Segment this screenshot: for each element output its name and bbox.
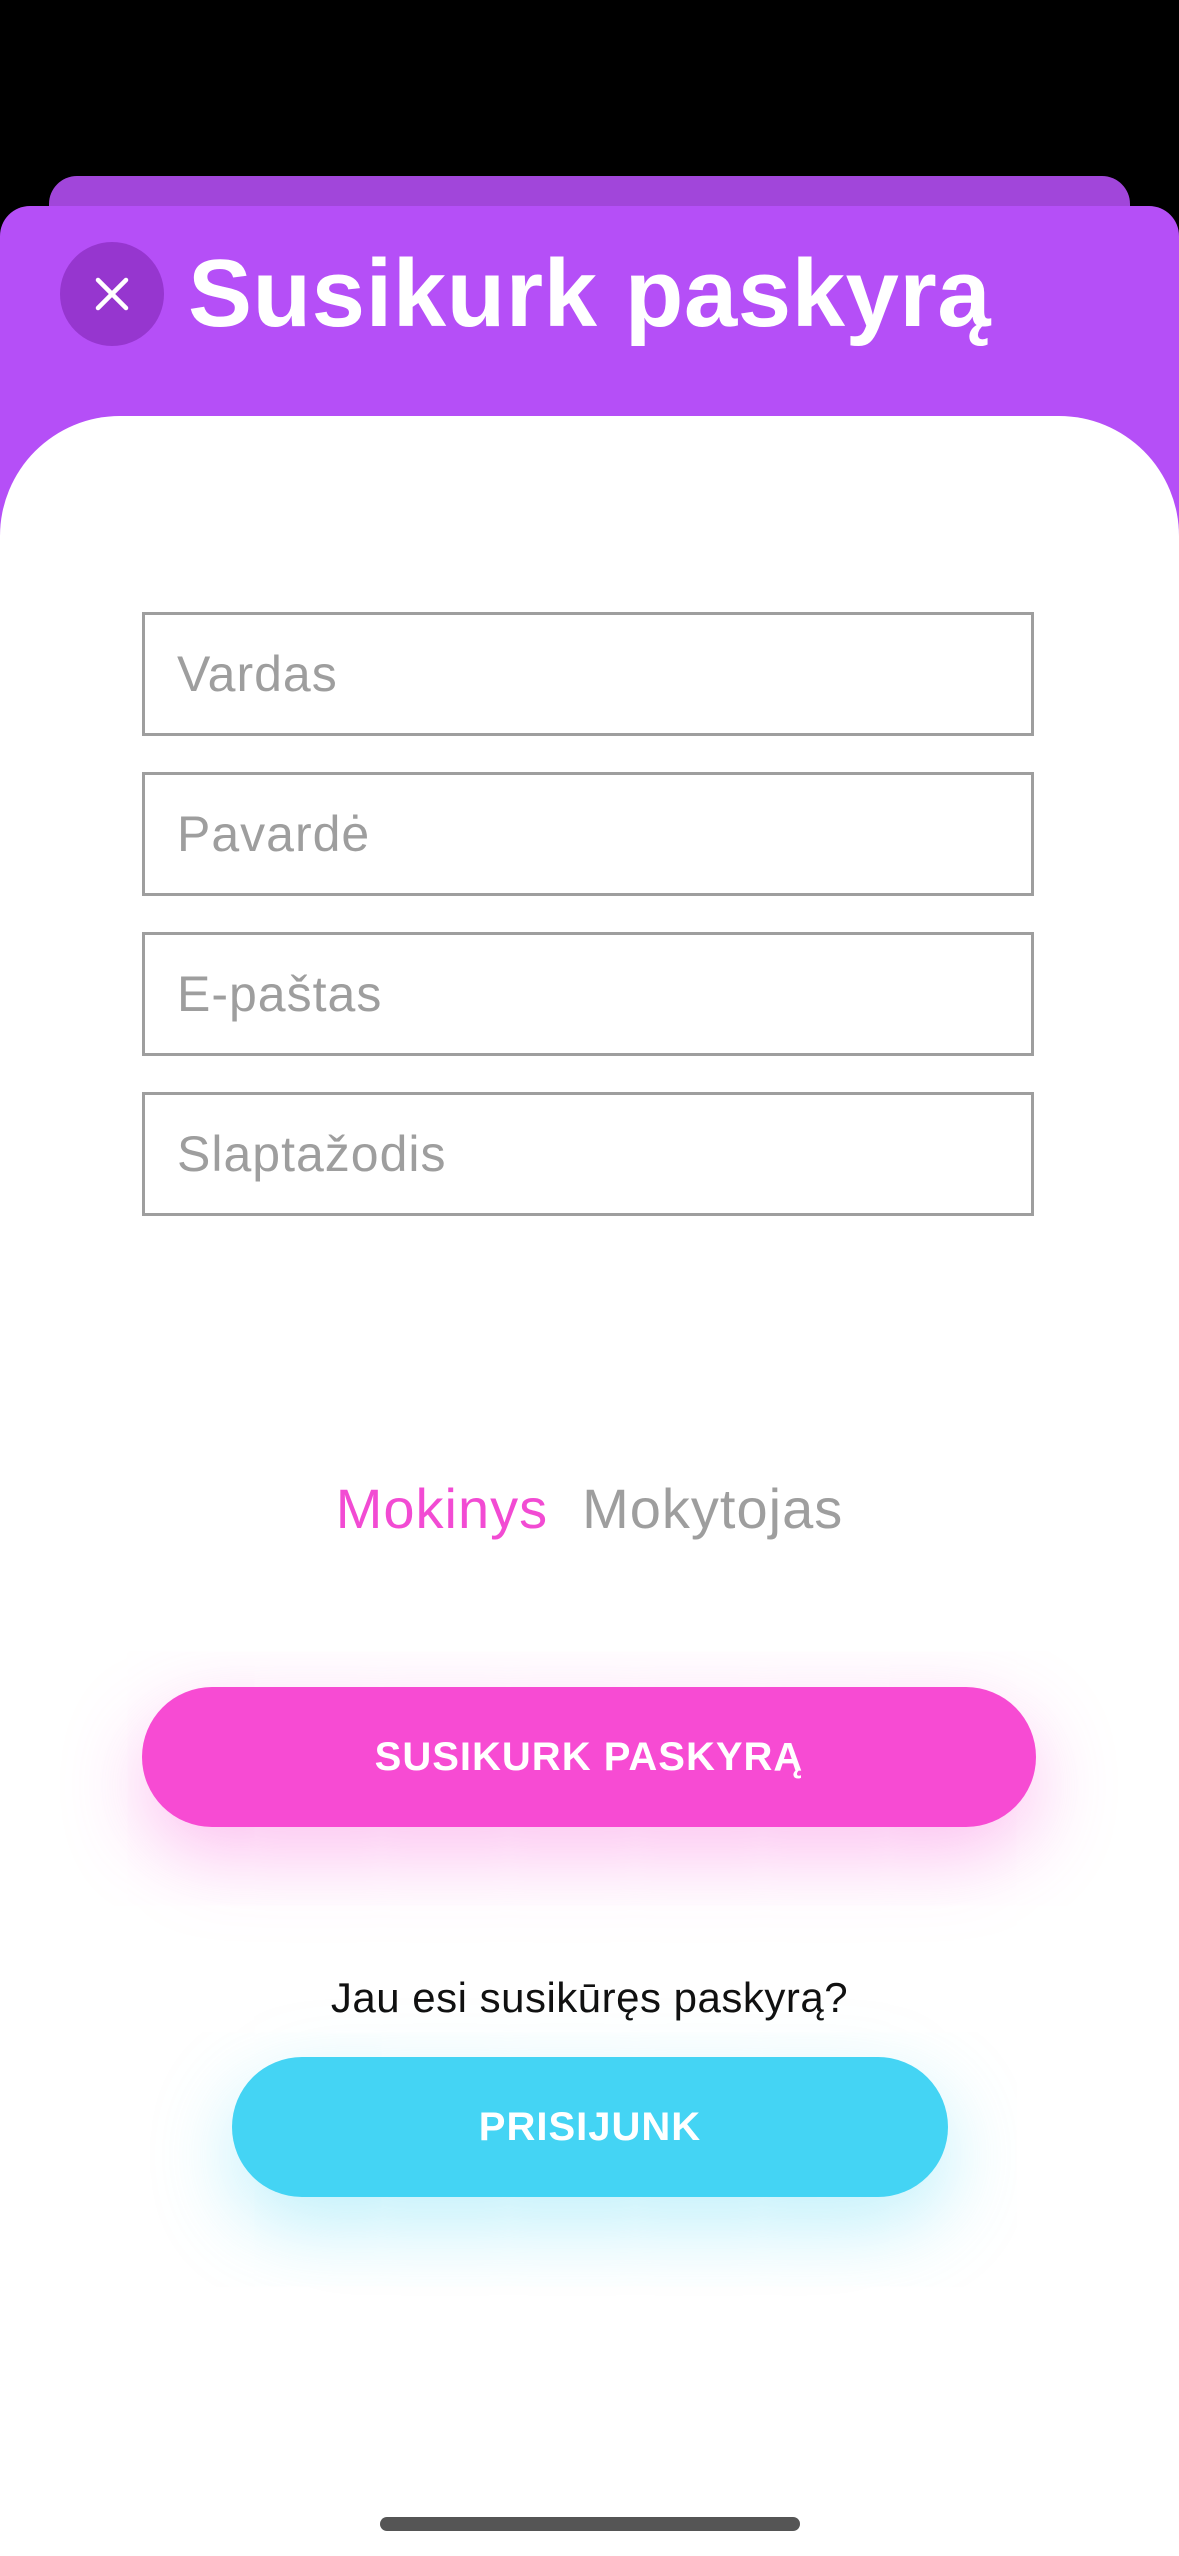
page-title: Susikurk paskyrą xyxy=(188,240,992,347)
already-have-account-text: Jau esi susikūręs paskyrą? xyxy=(330,1974,849,2021)
last-name-input[interactable] xyxy=(145,775,1031,893)
password-input[interactable] xyxy=(145,1095,1031,1213)
form-container: Mokinys Mokytojas SUSIKURK PASKYRĄ Jau e… xyxy=(0,416,1179,2556)
first-name-input[interactable] xyxy=(145,615,1031,733)
create-account-button[interactable]: SUSIKURK PASKYRĄ xyxy=(142,1687,1036,1827)
email-input[interactable] xyxy=(145,935,1031,1053)
email-field-box xyxy=(142,932,1034,1056)
first-name-field-box xyxy=(142,612,1034,736)
screen: Susikurk paskyrą Mokinys Mokytojas SUSIK… xyxy=(0,0,1179,2556)
password-field-box xyxy=(142,1092,1034,1216)
login-button[interactable]: PRISIJUNK xyxy=(232,2057,948,2197)
last-name-field-box xyxy=(142,772,1034,896)
close-icon xyxy=(95,277,129,311)
role-option-teacher[interactable]: Mokytojas xyxy=(582,1476,843,1541)
close-button[interactable] xyxy=(60,242,164,346)
home-indicator xyxy=(380,2517,800,2531)
signup-sheet: Susikurk paskyrą Mokinys Mokytojas SUSIK… xyxy=(0,206,1179,2556)
role-option-student[interactable]: Mokinys xyxy=(336,1476,548,1541)
role-selector: Mokinys Mokytojas xyxy=(0,1476,1179,1541)
